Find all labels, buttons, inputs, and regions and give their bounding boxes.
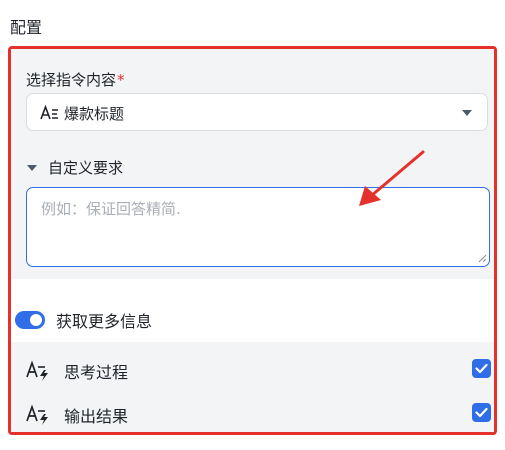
chevron-down-icon[interactable] (462, 110, 472, 116)
text-format-icon (40, 105, 58, 120)
more-info-label: 获取更多信息 (56, 312, 153, 331)
more-info-toggle[interactable] (15, 311, 45, 329)
custom-requirements-label: 自定义要求 (48, 159, 124, 177)
annotation-arrow (359, 150, 425, 206)
option-row-thinking: 思考过程 (11, 351, 494, 391)
instruction-label: 选择指令内容* (26, 69, 125, 90)
instruction-label-text: 选择指令内容 (26, 71, 117, 89)
toggle-knob (30, 314, 42, 326)
text-lightning-icon (26, 360, 48, 381)
caret-down-icon (27, 165, 37, 171)
required-mark: * (117, 71, 125, 89)
option-checkbox[interactable] (472, 403, 491, 422)
instruction-panel: 选择指令内容* 爆款标题 自定义要求 (11, 49, 494, 279)
resize-grip-icon[interactable] (477, 253, 487, 263)
check-icon (475, 407, 488, 418)
check-icon (475, 363, 488, 374)
section-title: 配置 (10, 18, 43, 37)
instruction-select[interactable]: 爆款标题 (26, 93, 488, 131)
instruction-select-value: 爆款标题 (64, 105, 125, 123)
option-label: 输出结果 (64, 407, 129, 426)
text-lightning-icon (26, 404, 48, 425)
option-label: 思考过程 (64, 363, 129, 382)
option-row-output: 输出结果 (11, 395, 494, 435)
option-checkbox[interactable] (472, 359, 491, 378)
config-highlight-frame: 选择指令内容* 爆款标题 自定义要求 获取更多信息 (8, 46, 497, 435)
